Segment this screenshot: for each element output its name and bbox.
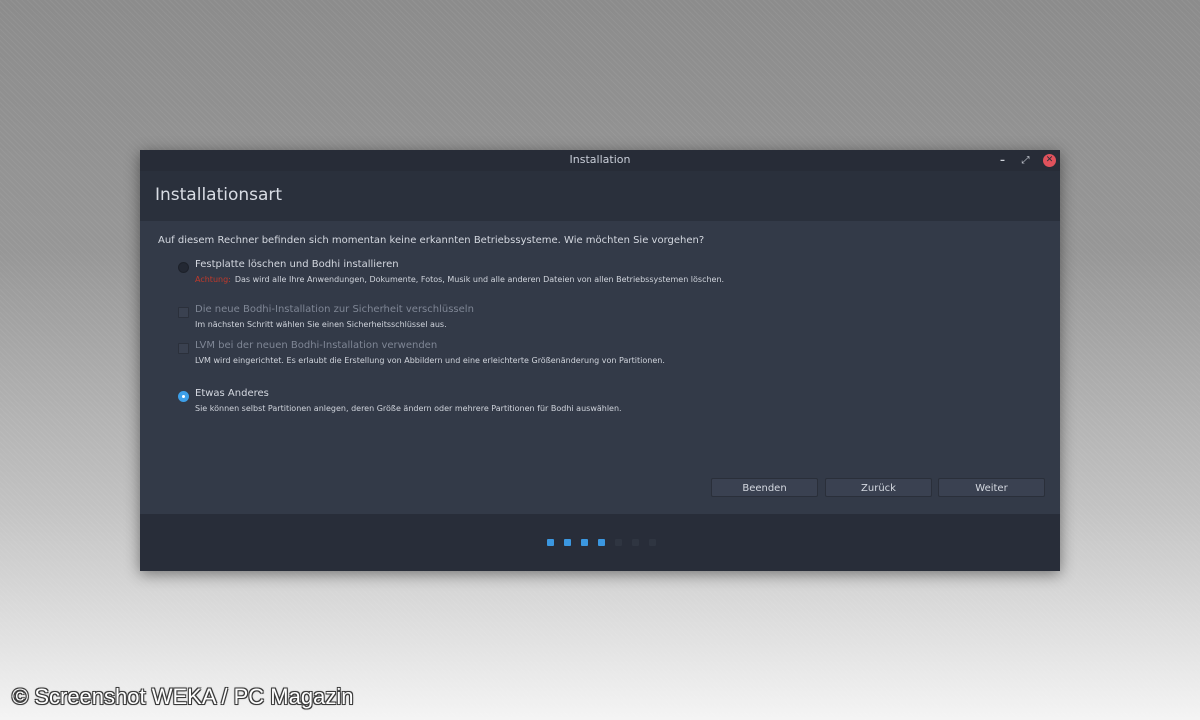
option-label: LVM bei der neuen Bodhi-Installation ver…: [195, 340, 438, 351]
next-button[interactable]: Weiter: [938, 478, 1045, 497]
progress-dot: [632, 539, 639, 546]
maximize-button[interactable]: ⤢: [1019, 154, 1032, 167]
progress-dot: [615, 539, 622, 546]
page-title: Installationsart: [155, 185, 283, 205]
title-bar[interactable]: Installation – ⤢ ✕: [140, 150, 1060, 171]
progress-dot: [598, 539, 605, 546]
close-button[interactable]: ✕: [1043, 154, 1056, 167]
option-description: Im nächsten Schritt wählen Sie einen Sic…: [195, 320, 447, 329]
progress-dot: [649, 539, 656, 546]
window-title: Installation: [569, 153, 631, 166]
checkbox-encrypt: [178, 307, 189, 318]
content-area: Auf diesem Rechner befinden sich momenta…: [140, 221, 1060, 514]
option-description: LVM wird eingerichtet. Es erlaubt die Er…: [195, 356, 665, 365]
question-text: Auf diesem Rechner befinden sich momenta…: [158, 235, 705, 246]
quit-button[interactable]: Beenden: [711, 478, 818, 497]
option-label[interactable]: Etwas Anderes: [195, 388, 269, 399]
installer-window: Installation – ⤢ ✕ Installationsart Auf …: [140, 150, 1060, 571]
option-description: Sie können selbst Partitionen anlegen, d…: [195, 404, 622, 413]
progress-footer: [140, 514, 1060, 571]
progress-dot: [547, 539, 554, 546]
copyright-watermark: © Screenshot WEKA / PC Magazin: [12, 684, 354, 709]
progress-dot: [564, 539, 571, 546]
minimize-button[interactable]: –: [996, 154, 1009, 167]
back-button[interactable]: Zurück: [825, 478, 932, 497]
checkbox-lvm: [178, 343, 189, 354]
option-description: Achtung: Das wird alle Ihre Anwendungen, …: [195, 275, 724, 284]
radio-something-else[interactable]: [178, 391, 189, 402]
progress-dot: [581, 539, 588, 546]
page-header: Installationsart: [140, 171, 1060, 221]
option-label: Die neue Bodhi-Installation zur Sicherhe…: [195, 304, 474, 315]
warning-label: Achtung:: [195, 275, 231, 284]
warning-text: Das wird alle Ihre Anwendungen, Dokument…: [234, 275, 725, 284]
radio-erase-disk[interactable]: [178, 262, 189, 273]
option-label[interactable]: Festplatte löschen und Bodhi installiere…: [195, 259, 399, 270]
